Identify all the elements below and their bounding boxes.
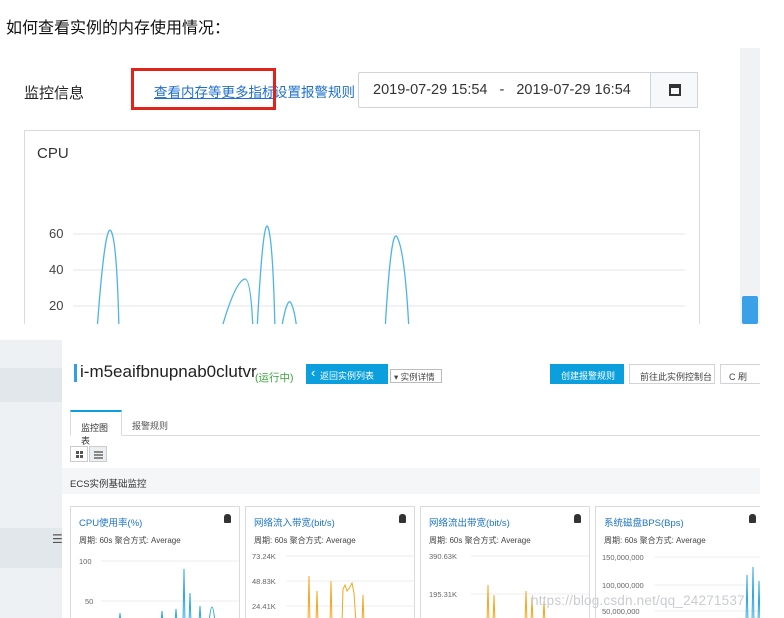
instance-id: i-m5eaifbnupnab0clutvr bbox=[80, 362, 257, 381]
cpu-peak-4 bbox=[281, 301, 297, 324]
floating-tab[interactable] bbox=[742, 296, 758, 324]
y-tick-60: 60 bbox=[49, 226, 63, 241]
refresh-button[interactable]: C 刷 bbox=[720, 364, 760, 384]
spike bbox=[182, 568, 186, 618]
spike bbox=[524, 590, 528, 618]
cpu-chart-card: CPU 60 40 20 bbox=[24, 130, 700, 324]
instance-monitor-screenshot: ☰ i-m5eaifbnupnab0clutvr (运行中) 返回实例列表 ▾ … bbox=[0, 340, 760, 618]
y-tick: 100,000,000 bbox=[602, 581, 644, 590]
tab-bar: 监控图表 报警规则 bbox=[70, 410, 760, 446]
cpu-series bbox=[118, 568, 215, 618]
cpu-peak-2 bbox=[222, 278, 254, 324]
spike bbox=[160, 610, 164, 618]
y-tick: 390.63K bbox=[429, 552, 457, 561]
instance-detail-dropdown[interactable]: ▾ 实例详情 bbox=[390, 369, 442, 383]
metric-card-title[interactable]: 网络流出带宽(bit/s) bbox=[429, 515, 510, 529]
y-tick: 100 bbox=[79, 557, 92, 566]
cpu-peak-1 bbox=[96, 229, 120, 324]
calendar-icon bbox=[669, 84, 681, 96]
bell-icon[interactable] bbox=[574, 514, 581, 523]
metric-card-meta: 周期: 60s 聚合方式: Average bbox=[254, 536, 356, 545]
net-in-series bbox=[307, 575, 365, 618]
doc-heading: 如何查看实例的内存使用情况： bbox=[6, 18, 231, 37]
y-tick: 150,000,000 bbox=[602, 553, 644, 562]
spike bbox=[307, 575, 311, 618]
y-tick: 195.31K bbox=[429, 590, 457, 599]
spike bbox=[209, 606, 215, 618]
section-title: ECS实例基础监控 bbox=[70, 479, 147, 490]
y-tick-20: 20 bbox=[49, 298, 63, 313]
section-header: ECS实例基础监控 bbox=[62, 468, 760, 494]
metric-card-title[interactable]: CPU使用率(%) bbox=[79, 515, 142, 529]
instance-status: (运行中) bbox=[255, 372, 294, 384]
right-edge-strip bbox=[740, 48, 760, 324]
set-alarm-rules-link[interactable]: 设置报警规则 bbox=[274, 81, 355, 101]
spike bbox=[486, 584, 490, 618]
y-tick: 50 bbox=[85, 597, 93, 606]
spike bbox=[315, 590, 319, 618]
back-to-list-button[interactable]: 返回实例列表 bbox=[306, 364, 388, 384]
go-to-console-button[interactable]: 前往此实例控制台 bbox=[629, 364, 715, 384]
list-view-icon[interactable] bbox=[89, 446, 107, 462]
tab-alarm-rules[interactable]: 报警规则 bbox=[122, 410, 182, 436]
title-accent-bar bbox=[74, 364, 77, 382]
metric-card-meta: 周期: 60s 聚合方式: Average bbox=[429, 536, 531, 545]
bell-icon[interactable] bbox=[399, 514, 406, 523]
date-range-input[interactable]: 2019-07-29 15:54-2019-07-29 16:54 bbox=[358, 72, 652, 108]
spike bbox=[745, 574, 749, 618]
calendar-button[interactable] bbox=[650, 72, 698, 108]
spike bbox=[198, 605, 202, 618]
spike bbox=[757, 580, 760, 618]
watermark: https://blog.csdn.net/qq_24271537 bbox=[531, 593, 745, 608]
metric-card-net-in: 网络流入带宽(bit/s) 周期: 60s 聚合方式: Average 73.2… bbox=[245, 506, 415, 618]
monitor-info-label: 监控信息 bbox=[24, 85, 85, 102]
spike bbox=[188, 592, 192, 618]
spike bbox=[751, 566, 755, 618]
monitor-info-screenshot: 监控信息 查看内存等更多指标 设置报警规则 2019-07-29 15:54-2… bbox=[0, 48, 760, 324]
spike bbox=[329, 580, 333, 618]
y-tick: 48.83K bbox=[252, 577, 276, 586]
spike bbox=[492, 594, 496, 618]
metric-chart-cpu: 100 50 bbox=[79, 557, 239, 618]
metric-card-title[interactable]: 系统磁盘BPS(Bps) bbox=[604, 515, 684, 529]
spike bbox=[118, 612, 122, 618]
disk-series bbox=[745, 566, 760, 618]
spike bbox=[361, 594, 365, 618]
y-tick: 50,000,000 bbox=[602, 607, 640, 616]
spike bbox=[174, 608, 178, 618]
instance-main: i-m5eaifbnupnab0clutvr (运行中) 返回实例列表 ▾ 实例… bbox=[62, 340, 760, 618]
metric-chart-net-in: 73.24K 48.83K 24.41K bbox=[252, 552, 414, 618]
view-toggle bbox=[70, 446, 108, 462]
metric-card-meta: 周期: 60s 聚合方式: Average bbox=[79, 536, 181, 545]
highlight-box bbox=[131, 68, 276, 110]
metric-card-meta: 周期: 60s 聚合方式: Average bbox=[604, 536, 706, 545]
date-start: 2019-07-29 15:54 bbox=[373, 82, 488, 98]
bell-icon[interactable] bbox=[749, 514, 756, 523]
y-tick-40: 40 bbox=[49, 262, 63, 277]
left-sidebar: ☰ bbox=[0, 340, 63, 618]
date-end: 2019-07-29 16:54 bbox=[516, 82, 631, 98]
tab-monitor-charts[interactable]: 监控图表 bbox=[70, 410, 122, 446]
bell-icon[interactable] bbox=[224, 514, 231, 523]
cpu-peak-3 bbox=[256, 225, 276, 324]
metric-card-title[interactable]: 网络流入带宽(bit/s) bbox=[254, 515, 335, 529]
y-tick: 73.24K bbox=[252, 552, 276, 561]
burst bbox=[341, 581, 357, 618]
date-separator: - bbox=[499, 82, 505, 98]
y-tick: 24.41K bbox=[252, 602, 276, 611]
grid-view-icon[interactable] bbox=[70, 446, 88, 462]
create-alarm-rule-button[interactable]: 创建报警规则 bbox=[550, 364, 624, 384]
metric-card-cpu: CPU使用率(%) 周期: 60s 聚合方式: Average 100 50 bbox=[70, 506, 240, 618]
cpu-peak-5 bbox=[384, 235, 410, 324]
sidebar-band bbox=[0, 368, 62, 402]
cpu-chart: 60 40 20 bbox=[49, 225, 685, 324]
cpu-series bbox=[96, 225, 410, 324]
